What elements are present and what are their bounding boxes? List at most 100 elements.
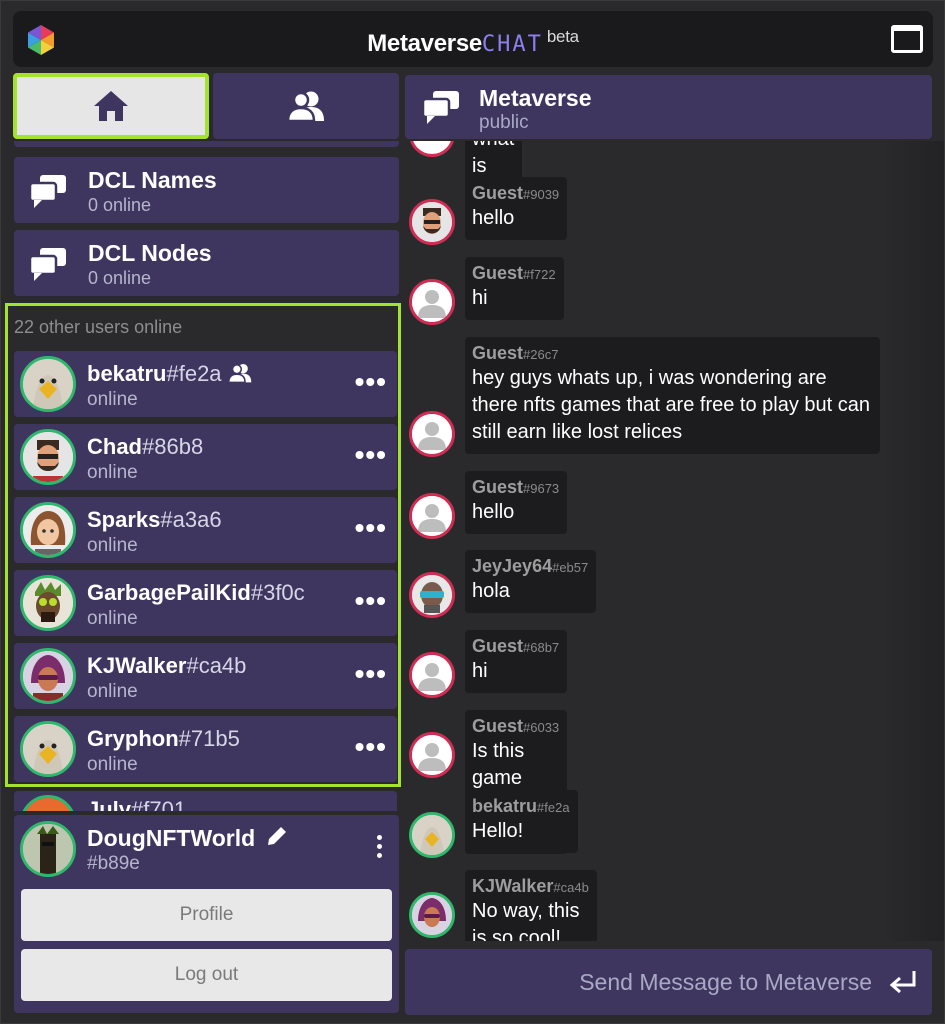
channel-item-dcl-names[interactable]: DCL Names 0 online (14, 157, 399, 223)
message-text: hello (472, 501, 515, 523)
avatar (409, 652, 455, 698)
channel-title: Metaverse (479, 85, 592, 111)
message-text: hola (472, 580, 510, 602)
user-tag: #fe2a (166, 361, 222, 386)
user-status: online (87, 608, 138, 629)
sender-tag: #eb57 (552, 560, 589, 575)
enter-icon[interactable] (888, 969, 918, 995)
avatar (20, 821, 76, 877)
user-tag: #86b8 (142, 434, 204, 459)
user-tag: #71b5 (178, 726, 240, 751)
logout-button[interactable]: Log out (21, 949, 392, 1001)
edit-icon[interactable] (266, 825, 288, 847)
user-item[interactable]: Gryphon#71b5 online ••• (14, 716, 397, 782)
sender-tag: #fe2a (537, 800, 570, 815)
user-item[interactable]: KJWalker#ca4b online ••• (14, 643, 397, 709)
sender-tag: #9039 (523, 187, 560, 202)
sender-name: Guest (472, 263, 524, 283)
sender-tag: #f722 (523, 267, 556, 282)
user-status: online (87, 754, 138, 775)
user-tag: #a3a6 (160, 507, 222, 532)
beta-badge: beta (546, 27, 579, 46)
user-item[interactable]: Chad#86b8 online ••• (14, 424, 397, 490)
more-options-icon[interactable]: ••• (355, 660, 387, 688)
avatar (409, 199, 455, 245)
user-name: Gryphon (87, 726, 179, 751)
tab-friends[interactable] (213, 73, 399, 139)
profile-button[interactable]: Profile (21, 889, 392, 941)
channel-header: Metaverse public (405, 75, 932, 139)
sender-tag: #9673 (523, 481, 560, 496)
users-icon (287, 91, 324, 122)
user-tag: #f701 (131, 797, 187, 811)
avatar (20, 575, 76, 631)
user-item[interactable]: bekatru#fe2a online ••• (14, 351, 397, 417)
sender-name: Guest (472, 636, 524, 656)
user-name: Sparks (87, 507, 161, 532)
chat-bubbles-icon (421, 91, 459, 124)
message-text: No way, this is so cool! (472, 900, 580, 941)
tab-home[interactable] (13, 73, 209, 139)
sender-tag: #ca4b (553, 880, 589, 895)
chat-window: MetaverseCHAT beta Metaverse public DCL … (0, 0, 945, 1024)
current-user-name: DougNFTWorld (87, 825, 256, 851)
user-status: online (87, 389, 138, 410)
avatar (409, 572, 455, 618)
more-options-icon[interactable]: ••• (355, 368, 387, 396)
avatar (409, 812, 455, 858)
sender-name: Guest (472, 183, 524, 203)
avatar (20, 429, 76, 485)
online-users-count: 22 other users online (14, 317, 183, 337)
title-accent: CHAT (481, 32, 543, 57)
channel-name: DCL Names (88, 167, 217, 193)
more-options-icon[interactable]: ••• (355, 587, 387, 615)
current-user-tag: #b89e (87, 853, 140, 874)
message-bubble: Guest#9039 hello (465, 177, 568, 240)
avatar (409, 732, 455, 778)
avatar (20, 795, 76, 811)
app-title: MetaverseCHAT beta (13, 27, 933, 58)
sender-name: Guest (472, 343, 524, 363)
more-options-icon[interactable]: ••• (355, 441, 387, 469)
more-options-icon[interactable]: ••• (355, 514, 387, 542)
title-bar: MetaverseCHAT beta (13, 11, 933, 67)
avatar (409, 892, 455, 938)
user-name: bekatru (87, 361, 167, 386)
message-text: hi (472, 660, 488, 682)
channel-item-dcl-nodes[interactable]: DCL Nodes 0 online (14, 230, 399, 296)
user-item[interactable]: Sparks#a3a6 online ••• (14, 497, 397, 563)
message-input[interactable]: Send Message to Metaverse (405, 949, 932, 1015)
user-item-partial[interactable]: July#f701 (14, 791, 397, 811)
message-bubble: Guest#f722 hi (465, 257, 564, 320)
user-item[interactable]: GarbagePailKid#3f0c online ••• (14, 570, 397, 636)
message-bubble: Guest#26c7 hey guys whats up, i was wond… (465, 337, 880, 454)
avatar (20, 502, 76, 558)
avatar (409, 141, 455, 157)
sender-name: Guest (472, 716, 524, 736)
channel-online-count: 0 online (88, 195, 152, 215)
avatar (409, 411, 455, 457)
message-text: hey guys whats up, i was wondering are t… (472, 367, 871, 443)
message-input-placeholder: Send Message to Metaverse (579, 969, 872, 995)
sender-tag: #68b7 (523, 640, 560, 655)
window-toggle-button[interactable] (891, 25, 923, 53)
message-bubble: KJWalker#ca4b No way, this is so cool! (465, 870, 597, 941)
friend-icon (227, 363, 251, 384)
channel-name: DCL Nodes (88, 240, 212, 266)
chat-bubbles-icon (28, 248, 66, 281)
sender-name: KJWalker (472, 876, 554, 896)
message-text: hi (472, 287, 488, 309)
channel-item-partial[interactable] (14, 141, 399, 147)
user-status: online (87, 535, 138, 556)
user-name: GarbagePailKid (87, 580, 251, 605)
sender-tag: #26c7 (523, 347, 559, 362)
more-options-icon[interactable]: ••• (355, 733, 387, 761)
channel-online-count: 0 online (88, 268, 152, 288)
sender-name: bekatru (472, 796, 538, 816)
message-bubble: bekatru#fe2a Hello! (465, 790, 578, 853)
title-main: Metaverse (367, 30, 482, 57)
user-tag: #ca4b (186, 653, 247, 678)
vertical-dots-icon[interactable] (377, 835, 383, 862)
sender-name: JeyJey64 (472, 556, 553, 576)
chat-bubbles-icon (28, 175, 66, 208)
